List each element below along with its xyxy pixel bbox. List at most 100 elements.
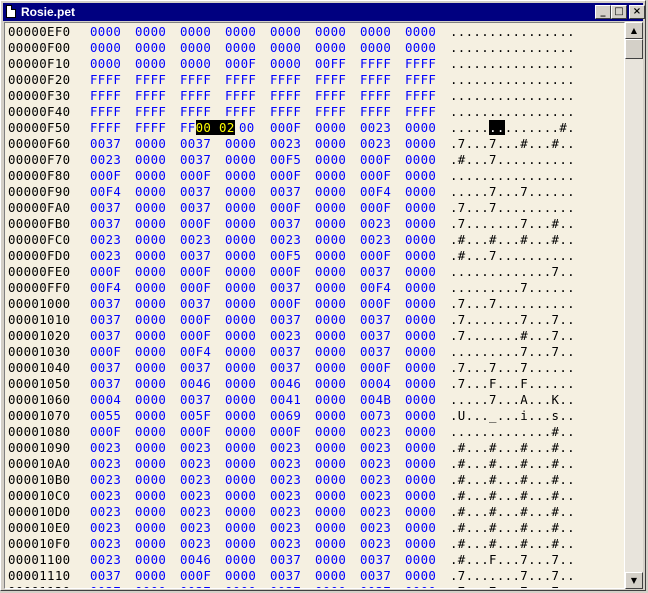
- minimize-button[interactable]: _: [595, 5, 611, 19]
- hex-word[interactable]: 0000: [315, 40, 360, 56]
- hex-word[interactable]: 0000: [135, 152, 180, 168]
- hex-word[interactable]: 0037: [360, 264, 405, 280]
- hex-word[interactable]: 0000: [135, 376, 180, 392]
- hex-word[interactable]: 0000: [135, 392, 180, 408]
- hex-word[interactable]: 0000: [405, 296, 450, 312]
- hex-word[interactable]: 0037: [270, 552, 315, 568]
- hex-word[interactable]: 000F: [270, 296, 315, 312]
- hex-words[interactable]: FFFF FFFF FFFF FFFF FFFF FFFF FFFF FFFF: [90, 88, 450, 104]
- hex-word[interactable]: 00F4: [360, 280, 405, 296]
- hex-word[interactable]: 0000: [225, 264, 270, 280]
- hex-word[interactable]: 0023: [360, 488, 405, 504]
- hex-word[interactable]: 0004: [360, 376, 405, 392]
- hex-word[interactable]: 0023: [360, 536, 405, 552]
- hex-word[interactable]: 0000: [315, 24, 360, 40]
- hex-word[interactable]: 0000: [225, 488, 270, 504]
- hex-word[interactable]: 0000: [405, 504, 450, 520]
- hex-word[interactable]: 0000: [135, 296, 180, 312]
- hex-word[interactable]: 0000: [225, 536, 270, 552]
- hex-word[interactable]: 0000: [315, 472, 360, 488]
- hex-word[interactable]: 0000: [315, 456, 360, 472]
- hex-words[interactable]: 0023 0000 0023 0000 0023 0000 0023 0000: [90, 536, 450, 552]
- hex-word[interactable]: 0046: [180, 552, 225, 568]
- hex-word[interactable]: 0023: [90, 472, 135, 488]
- hex-word[interactable]: 0000: [405, 552, 450, 568]
- hex-word[interactable]: 0023: [270, 488, 315, 504]
- hex-word[interactable]: 000F: [180, 568, 225, 584]
- hex-word[interactable]: 0023: [90, 536, 135, 552]
- hex-words[interactable]: 0023 0000 0023 0000 0023 0000 0023 0000: [90, 472, 450, 488]
- hex-word[interactable]: 0000: [315, 536, 360, 552]
- hex-word[interactable]: 0037: [180, 200, 225, 216]
- hex-word[interactable]: 0000: [405, 232, 450, 248]
- hex-word[interactable]: 0000: [405, 264, 450, 280]
- hex-word[interactable]: 0037: [180, 136, 225, 152]
- hex-word[interactable]: 0023: [180, 456, 225, 472]
- hex-words[interactable]: 0037 0000 0037 0000 0023 0000 0023 0000: [90, 136, 450, 152]
- hex-word[interactable]: 0000: [135, 536, 180, 552]
- hex-word[interactable]: 0000: [315, 488, 360, 504]
- hex-word[interactable]: 000F: [180, 264, 225, 280]
- hex-words[interactable]: 0023 0000 0037 0000 00F5 0000 000F 0000: [90, 248, 450, 264]
- hex-word[interactable]: 0000: [315, 392, 360, 408]
- hex-word[interactable]: 0000: [315, 232, 360, 248]
- hex-word[interactable]: 000F: [90, 424, 135, 440]
- hex-word[interactable]: 0037: [90, 296, 135, 312]
- hex-word[interactable]: 0000: [225, 584, 270, 588]
- hex-word[interactable]: FFFF: [90, 72, 135, 88]
- hex-word[interactable]: 0000: [405, 136, 450, 152]
- scroll-down-arrow-icon[interactable]: ▼: [625, 572, 643, 589]
- hex-word[interactable]: FFFF: [405, 56, 450, 72]
- vertical-scrollbar[interactable]: ▲ ▼: [625, 22, 643, 589]
- hex-word[interactable]: 0000: [180, 24, 225, 40]
- hex-word[interactable]: 0000: [135, 408, 180, 424]
- hex-word[interactable]: 0000: [405, 376, 450, 392]
- hex-words[interactable]: 0037 0000 000F 0000 0023 0000 0037 0000: [90, 328, 450, 344]
- hex-word[interactable]: 0000: [315, 168, 360, 184]
- hex-word[interactable]: 0037: [90, 328, 135, 344]
- hex-word[interactable]: FFFF: [405, 88, 450, 104]
- hex-words[interactable]: 000F 0000 000F 0000 000F 0000 0037 0000: [90, 264, 450, 280]
- hex-word[interactable]: 0000: [315, 552, 360, 568]
- hex-word[interactable]: 0000: [135, 24, 180, 40]
- hex-word[interactable]: 0037: [90, 136, 135, 152]
- hex-word[interactable]: 000F: [180, 312, 225, 328]
- hex-word[interactable]: FFFF: [315, 88, 360, 104]
- hex-word[interactable]: 0000: [225, 40, 270, 56]
- hex-word[interactable]: 0000: [315, 312, 360, 328]
- hex-word[interactable]: 0000: [405, 248, 450, 264]
- hex-word[interactable]: 0000: [135, 424, 180, 440]
- hex-word[interactable]: 0037: [180, 584, 225, 588]
- hex-word[interactable]: FFFF: [135, 72, 180, 88]
- hex-word[interactable]: 00F4: [90, 280, 135, 296]
- hex-word[interactable]: 0000: [225, 360, 270, 376]
- hex-words[interactable]: 00F4 0000 000F 0000 0037 0000 00F4 0000: [90, 280, 450, 296]
- hex-word[interactable]: 0000: [405, 312, 450, 328]
- hex-word[interactable]: 000F: [225, 56, 270, 72]
- hex-word[interactable]: 000F: [360, 200, 405, 216]
- hex-word[interactable]: 0000: [135, 264, 180, 280]
- hex-word[interactable]: 0037: [270, 584, 315, 588]
- hex-word[interactable]: 0000: [225, 344, 270, 360]
- hex-word[interactable]: FFFF: [405, 72, 450, 88]
- hex-word[interactable]: 0037: [360, 568, 405, 584]
- hex-word[interactable]: 0000: [360, 24, 405, 40]
- hex-word[interactable]: 0037: [270, 184, 315, 200]
- hex-word[interactable]: 0000: [405, 152, 450, 168]
- hex-word[interactable]: FFFF: [90, 88, 135, 104]
- hex-word[interactable]: 0000: [225, 504, 270, 520]
- hex-word[interactable]: 0000: [225, 136, 270, 152]
- hex-word[interactable]: 0023: [270, 440, 315, 456]
- hex-words[interactable]: 0055 0000 005F 0000 0069 0000 0073 0000: [90, 408, 450, 424]
- hex-words[interactable]: 0037 0000 000F 0000 0037 0000 0037 0000: [90, 568, 450, 584]
- hex-word[interactable]: 0000: [225, 248, 270, 264]
- hex-word[interactable]: 0000: [135, 456, 180, 472]
- hex-word[interactable]: 000F: [360, 360, 405, 376]
- hex-word[interactable]: 0000: [405, 568, 450, 584]
- hex-word[interactable]: 0037: [270, 344, 315, 360]
- hex-words[interactable]: 0000 0000 0000 0000 0000 0000 0000 0000: [90, 40, 450, 56]
- hex-word[interactable]: 00F5: [270, 152, 315, 168]
- hex-word[interactable]: 0000: [135, 312, 180, 328]
- hex-word[interactable]: 0000: [225, 520, 270, 536]
- hex-word[interactable]: 0004: [90, 392, 135, 408]
